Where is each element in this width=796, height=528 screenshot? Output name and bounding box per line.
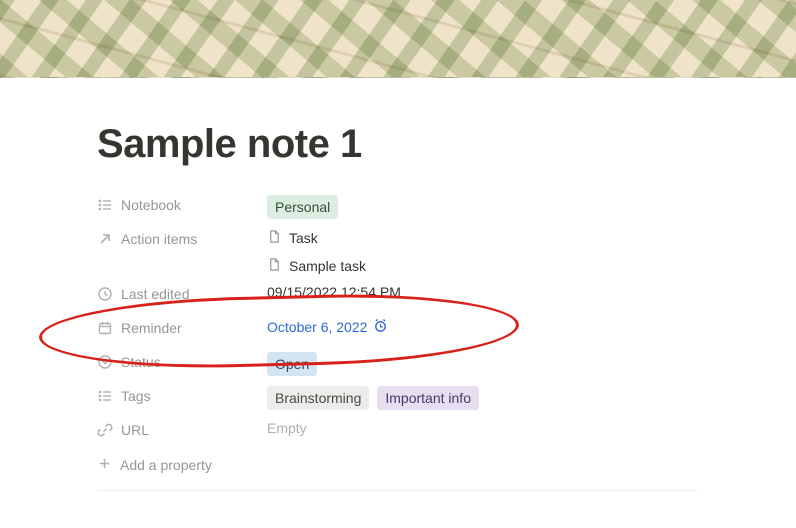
property-key-label: URL (121, 422, 149, 438)
properties-table: Notebook Personal Action items Task (97, 189, 697, 491)
relation-item-task[interactable]: Task (267, 229, 318, 247)
relation-item-sample-task[interactable]: Sample task (267, 257, 366, 275)
property-key-label: Tags (121, 388, 151, 404)
property-value-tags[interactable]: Brainstorming Important info (267, 383, 697, 410)
arrow-up-right-icon (97, 231, 113, 247)
property-row-url: URL Empty (97, 414, 697, 448)
reminder-date[interactable]: October 6, 2022 (267, 318, 388, 336)
property-key-label: Last edited (121, 286, 190, 302)
list-icon (97, 388, 113, 404)
property-value-action-items[interactable]: Task Sample task (267, 226, 697, 275)
url-empty-placeholder: Empty (267, 420, 307, 436)
property-key-notebook[interactable]: Notebook (97, 192, 267, 218)
property-key-label: Status (121, 354, 161, 370)
property-key-last-edited[interactable]: Last edited (97, 281, 267, 307)
page-title[interactable]: Sample note 1 (97, 122, 796, 167)
property-key-label: Notebook (121, 197, 181, 213)
property-value-url[interactable]: Empty (267, 417, 697, 436)
property-key-url[interactable]: URL (97, 417, 267, 443)
cover-image[interactable] (0, 0, 796, 78)
property-row-reminder: Reminder October 6, 2022 (97, 312, 697, 346)
relation-item-label: Task (289, 230, 318, 246)
property-key-action-items[interactable]: Action items (97, 226, 267, 252)
tag-important-info[interactable]: Important info (377, 386, 479, 410)
property-key-status[interactable]: Status (97, 349, 267, 375)
add-property-label: Add a property (120, 457, 212, 473)
property-key-reminder[interactable]: Reminder (97, 315, 267, 341)
property-key-tags[interactable]: Tags (97, 383, 267, 409)
last-edited-value: 09/15/2022 12:54 PM (267, 284, 401, 300)
property-row-notebook: Notebook Personal (97, 189, 697, 223)
divider (97, 490, 697, 491)
clock-icon (97, 286, 113, 302)
reminder-date-text: October 6, 2022 (267, 319, 367, 335)
property-value-last-edited: 09/15/2022 12:54 PM (267, 281, 697, 300)
tag-brainstorming[interactable]: Brainstorming (267, 386, 369, 410)
property-key-label: Action items (121, 231, 197, 247)
plus-icon (97, 456, 112, 474)
property-value-notebook[interactable]: Personal (267, 192, 697, 219)
property-row-tags: Tags Brainstorming Important info (97, 380, 697, 414)
tag-personal[interactable]: Personal (267, 195, 338, 219)
calendar-icon (97, 320, 113, 336)
property-value-reminder[interactable]: October 6, 2022 (267, 315, 697, 336)
list-icon (97, 197, 113, 213)
property-row-last-edited: Last edited 09/15/2022 12:54 PM (97, 278, 697, 312)
property-row-action-items: Action items Task Sample task (97, 223, 697, 278)
property-value-status[interactable]: Open (267, 349, 697, 376)
relation-item-label: Sample task (289, 258, 366, 274)
page-icon (267, 257, 282, 275)
property-row-status: Status Open (97, 346, 697, 380)
chevron-down-circle-icon (97, 354, 113, 370)
alarm-icon (373, 318, 388, 336)
property-key-label: Reminder (121, 320, 182, 336)
link-icon (97, 422, 113, 438)
tag-open[interactable]: Open (267, 352, 317, 376)
page-icon (267, 229, 282, 247)
add-property-button[interactable]: Add a property (97, 448, 697, 482)
